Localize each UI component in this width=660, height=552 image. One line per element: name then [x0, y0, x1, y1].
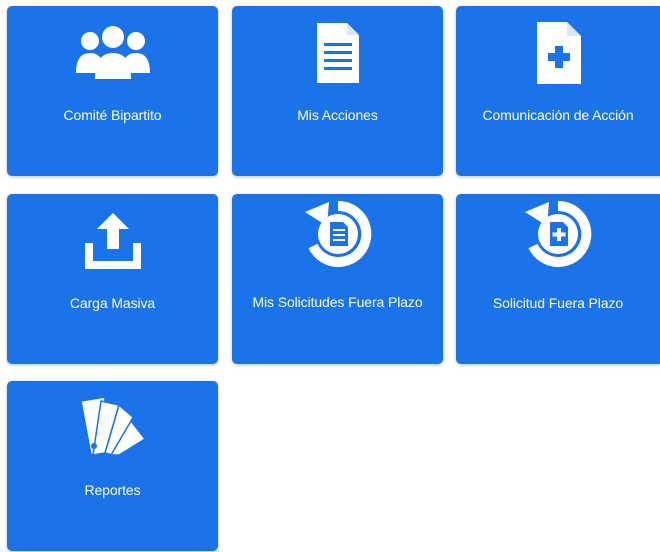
- tile-label: Comité Bipartito: [63, 107, 162, 123]
- tile-label: Solicitud Fuera Plazo: [492, 295, 624, 311]
- history-document-add-icon: [456, 198, 660, 268]
- history-document-icon: [232, 198, 443, 268]
- document-icon: [232, 18, 443, 88]
- tile-label: Carga Masiva: [69, 295, 156, 311]
- document-add-icon: [456, 18, 660, 88]
- upload-icon: [7, 206, 218, 276]
- tile-comite-bipartito[interactable]: Comité Bipartito: [7, 6, 218, 176]
- tile-solicitud-fuera-plazo[interactable]: Solicitud Fuera Plazo: [456, 194, 660, 364]
- tile-label: Mis Solicitudes Fuera Plazo: [252, 294, 423, 310]
- tile-mis-solicitudes-fuera-plazo[interactable]: Mis Solicitudes Fuera Plazo: [232, 194, 443, 364]
- tile-carga-masiva[interactable]: Carga Masiva: [7, 194, 218, 364]
- tile-reportes[interactable]: Reportes: [7, 381, 218, 551]
- tile-label: Comunicación de Acción: [482, 107, 634, 123]
- tile-comunicacion-de-accion[interactable]: Comunicación de Acción: [456, 6, 660, 176]
- tile-label: Mis Acciones: [297, 107, 378, 123]
- tile-mis-acciones[interactable]: Mis Acciones: [232, 6, 443, 176]
- tile-label: Reportes: [84, 482, 141, 498]
- color-swatch-icon: [7, 393, 218, 463]
- group-icon: [7, 18, 218, 88]
- tile-grid: Comité Bipartito Mis Acciones Comunicaci…: [0, 0, 660, 552]
